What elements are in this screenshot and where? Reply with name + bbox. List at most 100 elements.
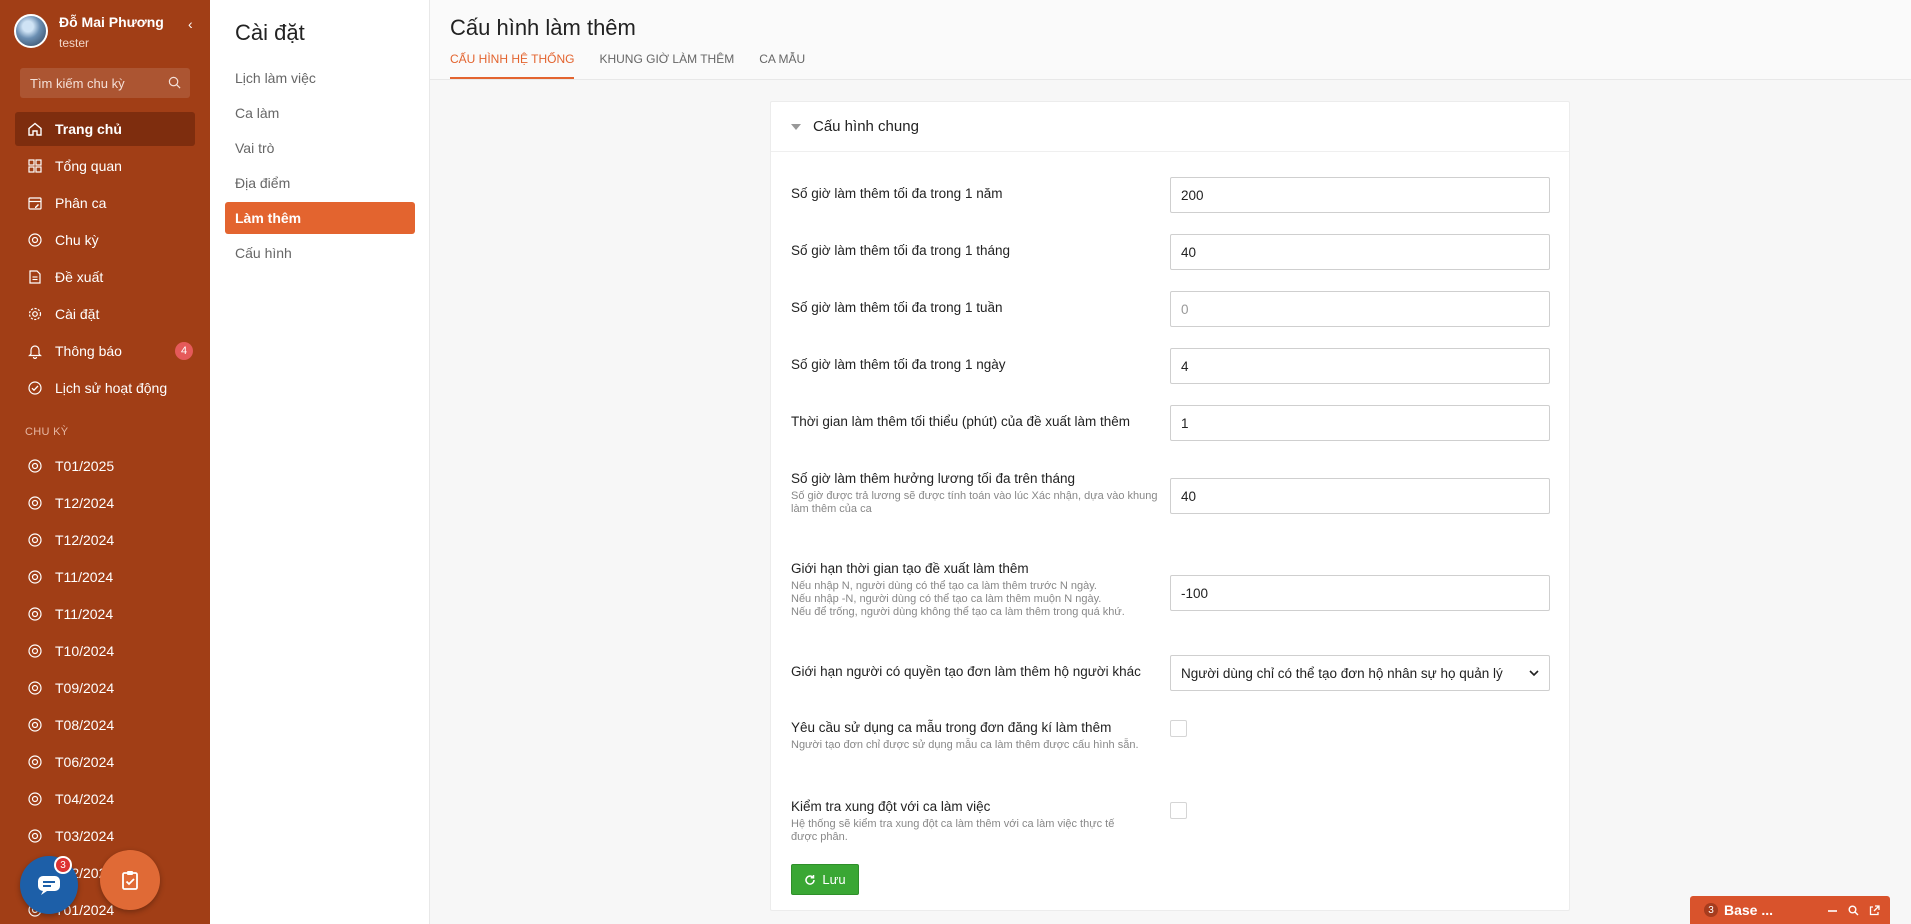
field-proxy-limit: Giới hạn người có quyền tạo đơn làm thêm… bbox=[791, 655, 1551, 691]
cycle-label: T03/2024 bbox=[55, 828, 115, 844]
minimize-icon[interactable] bbox=[1827, 905, 1838, 916]
cycle-label: T01/2025 bbox=[55, 458, 115, 474]
field-label-block: Yêu cầu sử dụng ca mẫu trong đơn đăng kí… bbox=[791, 720, 1161, 752]
nav-item-label: Đề xuất bbox=[55, 269, 104, 285]
max-year-input[interactable] bbox=[1170, 177, 1550, 213]
cycle-icon bbox=[28, 792, 42, 806]
field-label: Số giờ làm thêm tối đa trong 1 ngày bbox=[791, 357, 1006, 372]
cycle-item[interactable]: T11/2024 bbox=[15, 597, 195, 631]
proxy-limit-select[interactable]: Người dùng chỉ có thể tạo đơn hộ nhân sự… bbox=[1170, 655, 1550, 691]
search-icon[interactable] bbox=[168, 76, 181, 89]
notification-badge: 4 bbox=[175, 342, 193, 360]
profile-name: Đỗ Mai Phương bbox=[59, 14, 164, 30]
cycle-label: T11/2024 bbox=[55, 606, 114, 622]
caret-down-icon[interactable] bbox=[791, 123, 801, 130]
nav-item-settings[interactable]: Cài đặt bbox=[15, 297, 195, 331]
cycle-item[interactable]: T11/2024 bbox=[15, 560, 195, 594]
search-input[interactable] bbox=[20, 68, 190, 98]
tab-system-config[interactable]: CẤU HÌNH HỆ THỐNG bbox=[450, 52, 575, 79]
max-month-input[interactable] bbox=[1170, 234, 1550, 270]
paid-month-input[interactable] bbox=[1170, 478, 1550, 514]
nav-item-label: Cài đặt bbox=[55, 306, 100, 322]
chat-button[interactable]: 3 bbox=[20, 856, 78, 914]
search-icon[interactable] bbox=[1848, 905, 1859, 916]
field-conflict-check: Kiểm tra xung đột với ca làm việc Hệ thố… bbox=[791, 799, 1551, 844]
cycle-item[interactable]: T12/2024 bbox=[15, 486, 195, 520]
field-label: Giới hạn thời gian tạo đề xuất làm thêm bbox=[791, 561, 1029, 576]
nav-item-label: Phân ca bbox=[55, 195, 107, 211]
tab-shift-templates[interactable]: CA MẪU bbox=[759, 52, 805, 79]
user-profile[interactable]: Đỗ Mai Phương tester bbox=[14, 12, 200, 56]
settings-item-config[interactable]: Cấu hình bbox=[225, 237, 415, 269]
field-label: Thời gian làm thêm tối thiểu (phút) của … bbox=[791, 414, 1131, 429]
field-description: Người tạo đơn chỉ được sử dụng mẫu ca là… bbox=[791, 739, 1139, 751]
field-label-block: Số giờ làm thêm hưởng lương tối đa trên … bbox=[791, 471, 1161, 516]
field-min-minutes: Thời gian làm thêm tối thiểu (phút) của … bbox=[791, 405, 1551, 441]
avatar[interactable] bbox=[14, 14, 48, 48]
chevron-left-icon[interactable]: ‹ bbox=[188, 16, 193, 32]
nav-item-cycle[interactable]: Chu kỳ bbox=[15, 223, 195, 257]
field-label: Số giờ làm thêm tối đa trong 1 tuần bbox=[791, 300, 1003, 315]
max-day-input[interactable] bbox=[1170, 348, 1550, 384]
nav-item-notifications[interactable]: Thông báo 4 bbox=[15, 334, 195, 368]
main-sidebar: Đỗ Mai Phương tester ‹ Trang chủ Tổng qu… bbox=[0, 0, 210, 924]
chat-count-badge: 3 bbox=[54, 856, 72, 874]
settings-item-role[interactable]: Vai trò bbox=[225, 132, 415, 164]
cycle-item[interactable]: T01/2025 bbox=[15, 449, 195, 483]
base-mini-widget[interactable]: 3 Base ... bbox=[1690, 896, 1890, 924]
conflict-check-checkbox[interactable] bbox=[1170, 802, 1187, 819]
card-header[interactable]: Cấu hình chung bbox=[771, 102, 1569, 152]
min-minutes-input[interactable] bbox=[1170, 405, 1550, 441]
settings-item-shift[interactable]: Ca làm bbox=[225, 97, 415, 129]
check-circle-icon bbox=[28, 381, 42, 395]
tabs: CẤU HÌNH HỆ THỐNG KHUNG GIỜ LÀM THÊM CA … bbox=[450, 52, 830, 79]
task-button[interactable] bbox=[100, 850, 160, 910]
nav-item-activity-history[interactable]: Lịch sử hoạt động bbox=[15, 371, 195, 405]
cycle-item[interactable]: T09/2024 bbox=[15, 671, 195, 705]
cycles-section-title: CHU KỲ bbox=[25, 426, 69, 438]
cycle-icon bbox=[28, 570, 42, 584]
nav-item-proposal[interactable]: Đề xuất bbox=[15, 260, 195, 294]
settings-item-overtime[interactable]: Làm thêm bbox=[225, 202, 415, 234]
cycle-item[interactable]: T12/2024 bbox=[15, 523, 195, 557]
card-title: Cấu hình chung bbox=[813, 118, 919, 135]
settings-item-schedule[interactable]: Lịch làm việc bbox=[225, 62, 415, 94]
tab-overtime-slots[interactable]: KHUNG GIỜ LÀM THÊM bbox=[599, 52, 734, 79]
settings-item-location[interactable]: Địa điểm bbox=[225, 167, 415, 199]
clipboard-check-icon bbox=[122, 871, 138, 890]
cycle-item[interactable]: T04/2024 bbox=[15, 782, 195, 816]
page-header: Cấu hình làm thêm CẤU HÌNH HỆ THỐNG KHUN… bbox=[430, 0, 1911, 80]
cycle-item[interactable]: T03/2024 bbox=[15, 819, 195, 853]
max-week-input[interactable] bbox=[1170, 291, 1550, 327]
page-title: Cấu hình làm thêm bbox=[450, 15, 636, 40]
cycle-icon bbox=[28, 755, 42, 769]
chat-icon bbox=[38, 876, 60, 895]
field-description: Số giờ được trả lương sẽ được tính toán … bbox=[791, 490, 1158, 515]
field-time-limit: Giới hạn thời gian tạo đề xuất làm thêm … bbox=[791, 561, 1551, 621]
nav-item-overview[interactable]: Tổng quan bbox=[15, 149, 195, 183]
require-template-checkbox[interactable] bbox=[1170, 720, 1187, 737]
save-button[interactable]: Lưu bbox=[791, 864, 859, 895]
cycle-icon bbox=[28, 681, 42, 695]
gear-icon bbox=[28, 307, 42, 321]
cycle-item[interactable]: T10/2024 bbox=[15, 634, 195, 668]
cycle-label: T09/2024 bbox=[55, 680, 115, 696]
widget-label: Base ... bbox=[1724, 902, 1774, 918]
home-icon bbox=[28, 122, 42, 136]
field-label: Số giờ làm thêm hưởng lương tối đa trên … bbox=[791, 471, 1076, 486]
cycle-icon bbox=[28, 607, 42, 621]
nav-item-home[interactable]: Trang chủ bbox=[15, 112, 195, 146]
cycle-item[interactable]: T08/2024 bbox=[15, 708, 195, 742]
field-description: Hệ thống sẽ kiểm tra xung đột ca làm thê… bbox=[791, 818, 1115, 843]
external-link-icon[interactable] bbox=[1869, 904, 1880, 916]
nav-item-label: Tổng quan bbox=[55, 158, 122, 174]
time-limit-input[interactable] bbox=[1170, 575, 1550, 611]
cycle-item[interactable]: T06/2024 bbox=[15, 745, 195, 779]
select-value: Người dùng chỉ có thể tạo đơn hộ nhân sự… bbox=[1181, 665, 1503, 681]
field-label: Số giờ làm thêm tối đa trong 1 tháng bbox=[791, 243, 1010, 258]
field-label: Kiểm tra xung đột với ca làm việc bbox=[791, 799, 991, 814]
field-label-block: Kiểm tra xung đột với ca làm việc Hệ thố… bbox=[791, 799, 1161, 844]
field-description: Nếu nhập N, người dùng có thể tạo ca làm… bbox=[791, 580, 1161, 619]
field-require-template: Yêu cầu sử dụng ca mẫu trong đơn đăng kí… bbox=[791, 720, 1551, 760]
nav-item-shift[interactable]: Phân ca bbox=[15, 186, 195, 220]
